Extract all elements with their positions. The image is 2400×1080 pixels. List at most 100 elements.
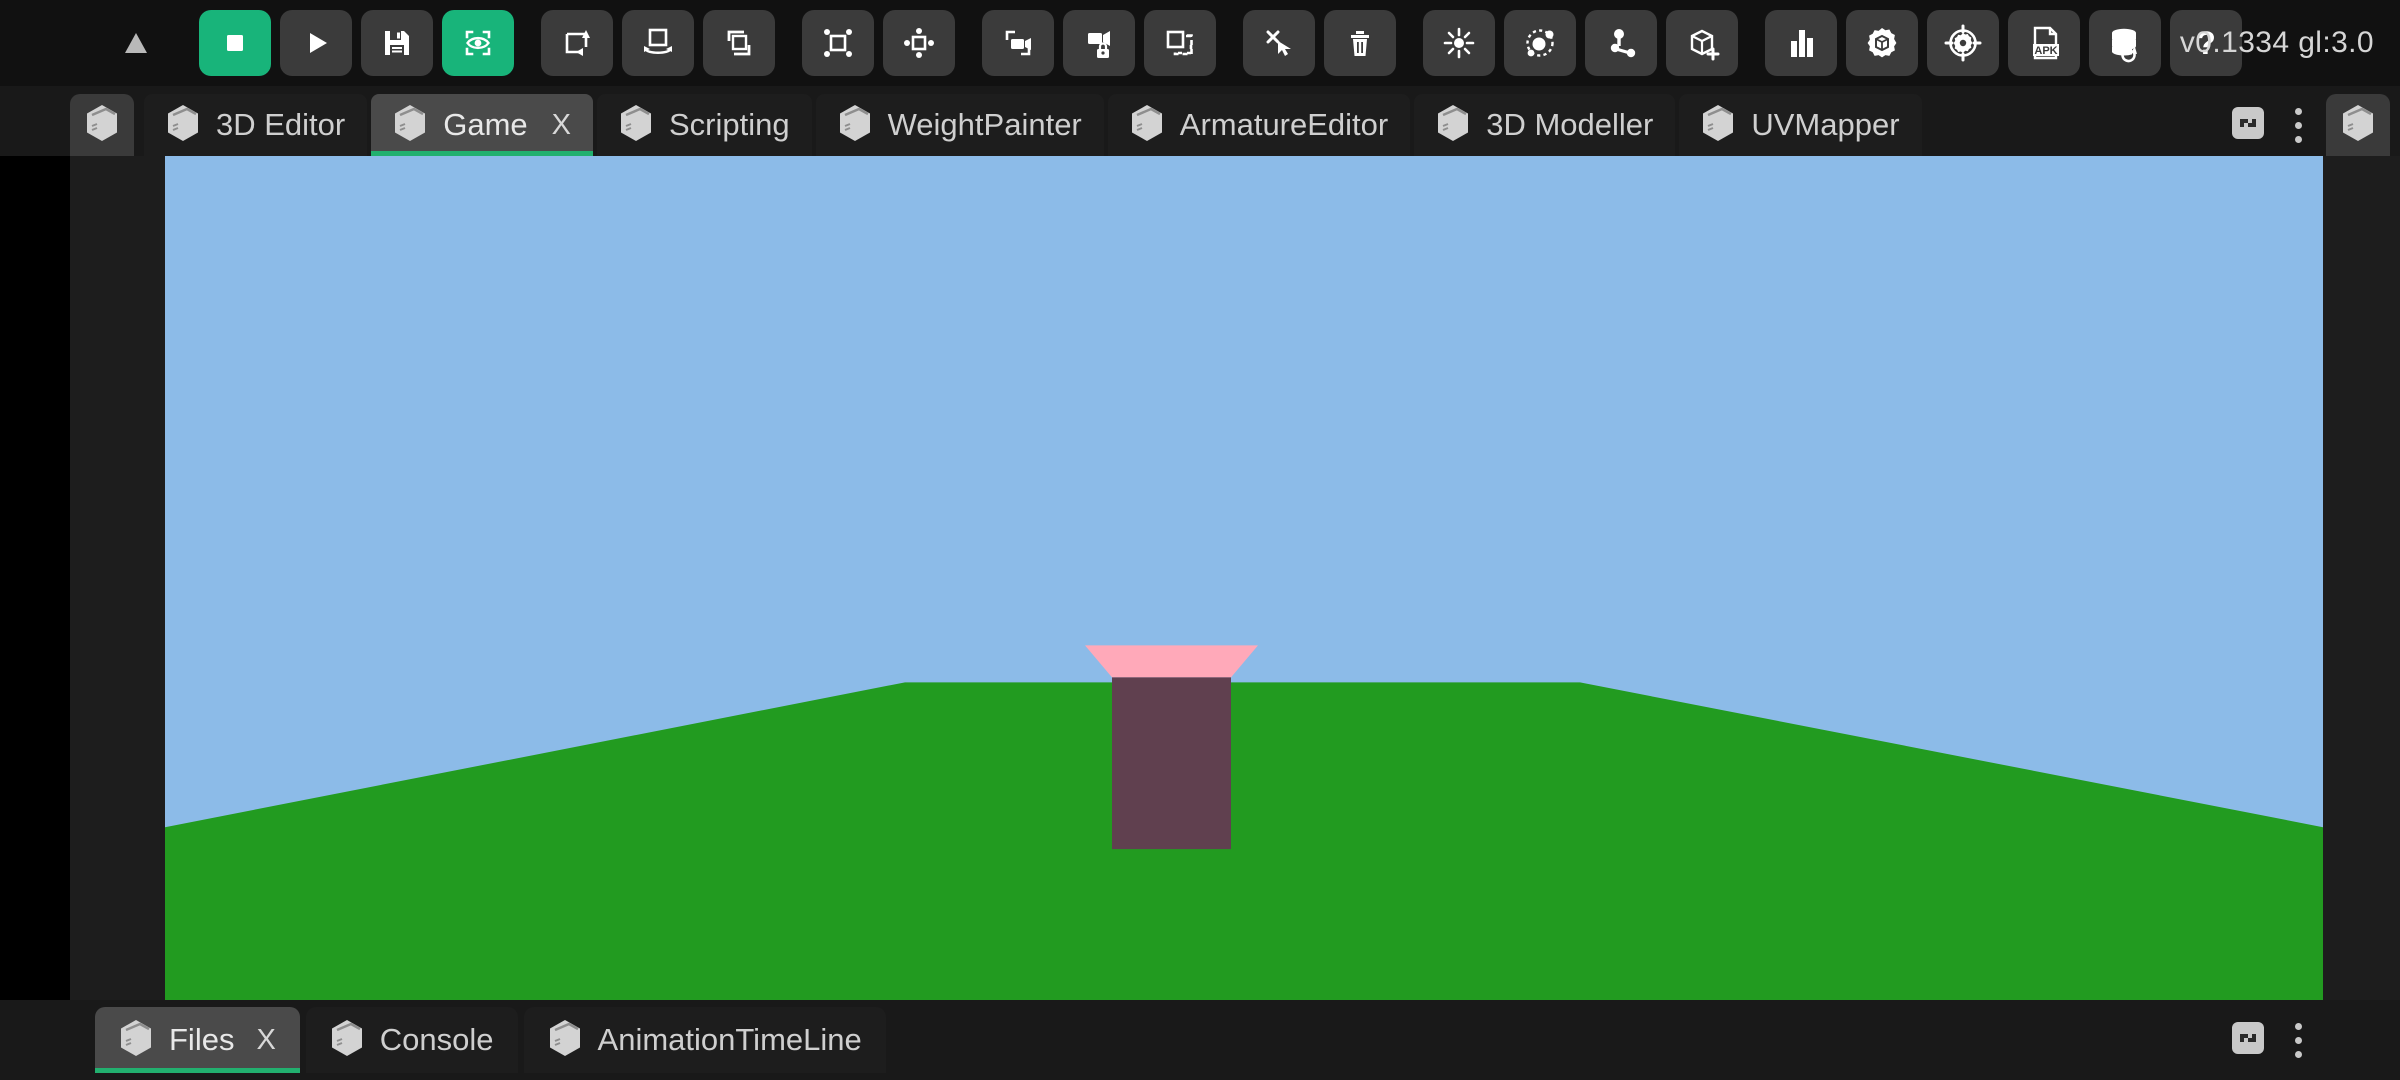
tab-label: 3D Editor <box>216 107 346 142</box>
bottom-tab-bar: Files X Console AnimationTimeLine <box>0 1000 2400 1080</box>
particle-button[interactable] <box>1504 10 1576 76</box>
save-button[interactable] <box>361 10 433 76</box>
cube-plus-icon <box>1682 23 1722 63</box>
split-panel-button[interactable] <box>2220 1012 2276 1068</box>
kebab-menu-icon[interactable] <box>2276 1012 2320 1068</box>
stop-button[interactable] <box>199 10 271 76</box>
cube-icon <box>838 104 872 147</box>
node-graph-button[interactable] <box>1585 10 1657 76</box>
square-rotate-icon <box>638 23 678 63</box>
duplicate-button[interactable] <box>1144 10 1216 76</box>
editor-body <box>0 156 2400 1000</box>
editor-window: APK? v0.1334 gl:3.0 3D Editor Game X Script… <box>0 0 2400 1080</box>
bar-chart-icon <box>1781 23 1821 63</box>
collapse-toolbar-button[interactable] <box>100 10 172 76</box>
cube-icon <box>619 104 653 147</box>
game-preview-viewport[interactable] <box>165 156 2323 1000</box>
cube-icon <box>1701 104 1735 147</box>
tab-uvmapper[interactable]: UVMapper <box>1679 94 1922 156</box>
tab-bar-end-button[interactable] <box>2326 94 2390 156</box>
rotate-object-button[interactable] <box>622 10 694 76</box>
tab-label: Files <box>169 1022 235 1057</box>
engine-settings-button[interactable] <box>1927 10 1999 76</box>
pivot-button[interactable] <box>883 10 955 76</box>
node-network-icon <box>1601 23 1641 63</box>
select-box-button[interactable] <box>802 10 874 76</box>
tab-console[interactable]: Console <box>305 1007 518 1073</box>
play-button[interactable] <box>280 10 352 76</box>
camera-add-button[interactable] <box>982 10 1054 76</box>
gear-cube-icon <box>1862 23 1902 63</box>
tab-3d-modeller[interactable]: 3D Modeller <box>1414 94 1676 156</box>
close-icon[interactable]: X <box>552 109 571 142</box>
viewport-container <box>165 156 2400 1000</box>
tab-weightpainter[interactable]: WeightPainter <box>815 94 1104 156</box>
cursor-sparkle-icon <box>1259 23 1299 63</box>
version-label: v0.1334 gl:3.0 <box>2179 26 2374 59</box>
tab-label: WeightPainter <box>887 107 1082 142</box>
square-side-dots-icon <box>899 23 939 63</box>
stop-square-icon <box>215 23 255 63</box>
split-panel-button[interactable] <box>2220 97 2276 153</box>
delete-button[interactable] <box>1324 10 1396 76</box>
tab-scripting[interactable]: Scripting <box>597 94 812 156</box>
square-dashed-copy-icon <box>1160 23 1200 63</box>
top-tab-bar: 3D Editor Game X Scripting WeightPainter Arma… <box>0 86 2400 156</box>
main-toolbar: APK? v0.1334 gl:3.0 <box>0 0 2400 86</box>
tab-game[interactable]: Game X <box>371 94 593 156</box>
cube-icon <box>1130 104 1164 147</box>
click-select-button[interactable] <box>1243 10 1315 76</box>
cube-icon <box>330 1019 364 1062</box>
gear-target-icon <box>1943 23 1983 63</box>
tab-armatureeditor[interactable]: ArmatureEditor <box>1107 94 1411 156</box>
tab-label: AnimationTimeLine <box>597 1022 862 1057</box>
database-refresh-button[interactable] <box>2089 10 2161 76</box>
move-object-button[interactable] <box>541 10 613 76</box>
export-apk-button[interactable]: APK <box>2008 10 2080 76</box>
split-panel-icon <box>2230 105 2266 146</box>
scale-object-button[interactable] <box>703 10 775 76</box>
kebab-menu-icon[interactable] <box>2276 97 2320 153</box>
camera-frame-icon <box>998 23 1038 63</box>
window-edge-left <box>0 156 70 1000</box>
tab-files[interactable]: Files X <box>95 1007 300 1073</box>
tab-bar-home-button[interactable] <box>70 94 134 156</box>
sun-light-icon <box>1439 23 1479 63</box>
right-rail-panel <box>2323 156 2400 1000</box>
square-corner-dots-icon <box>818 23 858 63</box>
statistics-button[interactable] <box>1765 10 1837 76</box>
cube-icon <box>1436 104 1470 147</box>
play-triangle-icon <box>296 23 336 63</box>
split-panel-icon <box>2230 1020 2266 1061</box>
add-primitive-button[interactable] <box>1666 10 1738 76</box>
camera-lock-button[interactable] <box>1063 10 1135 76</box>
tab-label: Scripting <box>669 107 790 142</box>
tab-label: UVMapper <box>1751 107 1900 142</box>
cube-icon <box>166 104 200 147</box>
bottom-tab-bar-actions <box>2220 1012 2400 1068</box>
cube-icon <box>85 104 119 147</box>
svg-text:APK: APK <box>2034 45 2057 57</box>
floppy-disk-icon <box>377 23 417 63</box>
apk-file-icon: APK <box>2024 23 2064 63</box>
triangle-up-icon <box>116 23 156 63</box>
tab-label: ArmatureEditor <box>1179 107 1389 142</box>
tab-3d-editor[interactable]: 3D Editor <box>144 94 368 156</box>
object-settings-button[interactable] <box>1846 10 1918 76</box>
tab-animationtimeline[interactable]: AnimationTimeLine <box>523 1007 886 1073</box>
trash-icon <box>1340 23 1380 63</box>
light-button[interactable] <box>1423 10 1495 76</box>
cube-icon <box>119 1019 153 1062</box>
player-cube[interactable] <box>165 156 2323 1000</box>
cube-icon <box>2341 104 2375 147</box>
camera-lock-icon <box>1079 23 1119 63</box>
atom-orbit-icon <box>1520 23 1560 63</box>
cube-icon <box>393 104 427 147</box>
square-overlap-icon <box>719 23 759 63</box>
top-tab-bar-actions <box>2220 94 2400 156</box>
close-icon[interactable]: X <box>256 1024 275 1057</box>
cube-icon <box>548 1019 582 1062</box>
preview-visibility-button[interactable] <box>442 10 514 76</box>
left-rail-panel <box>70 156 165 1000</box>
database-refresh-icon <box>2105 23 2145 63</box>
